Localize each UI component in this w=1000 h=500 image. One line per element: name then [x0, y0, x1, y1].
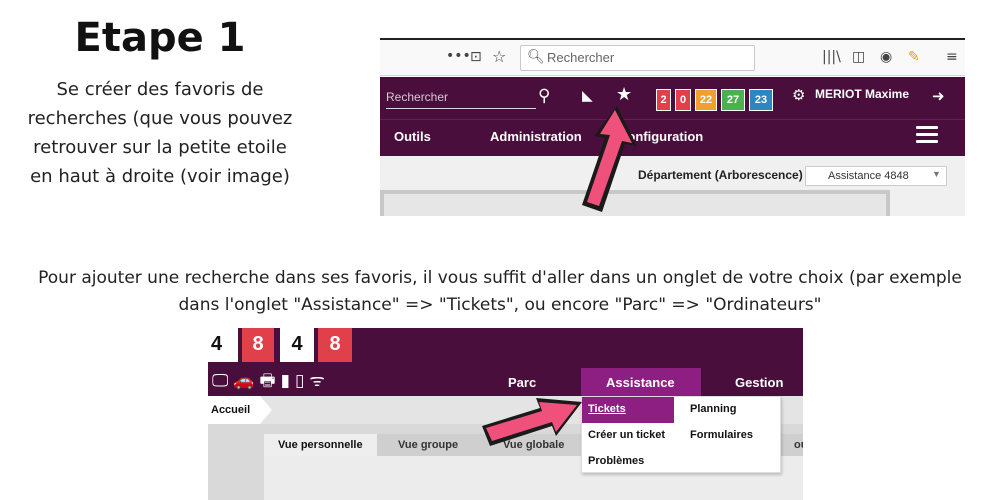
menu-item-planning[interactable]: Planning [690, 403, 736, 415]
glpi-header: 4 8 4 8 🖵🚗🖶▮▯ᯤ Parc Assistance Gestion [208, 328, 803, 396]
menu-outils[interactable]: Outils [394, 129, 431, 144]
gear-icon[interactable]: ⚙ [792, 86, 805, 104]
bookmark-star-icon[interactable]: ☆ [492, 47, 506, 66]
counter-digit: 4 [280, 328, 314, 362]
chevron-down-icon: ▼ [932, 169, 941, 179]
menu-parc[interactable]: Parc [508, 375, 536, 390]
screenshot-favorites: ••• ⊡ ☆ 🔍︎ Rechercher |||\ ◫ ◉ ✎ ≡ ⚲ ◣ ★… [380, 38, 965, 216]
browser-search-placeholder: Rechercher [547, 50, 615, 65]
breadcrumb-home[interactable]: Accueil [208, 396, 260, 424]
department-label: Département (Arborescence) [638, 168, 803, 182]
menu-assistance[interactable]: Assistance [606, 375, 675, 390]
glpi-subbar: Département (Arborescence) Assistance 48… [380, 156, 965, 216]
chart-icon[interactable]: ◣ [582, 88, 593, 104]
menu-item-problemes[interactable]: Problèmes [588, 455, 644, 467]
pocket-icon[interactable]: ⊡ [470, 49, 482, 65]
browser-search-field[interactable]: 🔍︎ Rechercher [520, 45, 755, 71]
status-badge[interactable]: 27 [721, 89, 745, 111]
screenshot-menu: 4 8 4 8 🖵🚗🖶▮▯ᯤ Parc Assistance Gestion A… [208, 328, 803, 500]
tab-tous[interactable]: ous [794, 434, 803, 456]
tab-vue-groupe[interactable]: Vue groupe [384, 434, 472, 456]
tab-vue-personnelle[interactable]: Vue personnelle [264, 434, 377, 456]
entity-select-value: Assistance 4848 [828, 170, 909, 182]
saved-searches-star-icon[interactable]: ★ [616, 84, 632, 105]
glpi-search-input[interactable] [386, 85, 536, 109]
status-badge[interactable]: 0 [675, 89, 691, 111]
step-description: Se créer des favoris de recherches (que … [27, 79, 293, 187]
more-icon[interactable]: ••• [446, 48, 471, 64]
search-icon[interactable]: ⚲ [538, 86, 550, 106]
glpi-header: ⚲ ◣ ★ 2 0 22 27 23 ⚙ MERIOT Maxime ➜ [380, 77, 965, 119]
search-icon: 🔍︎ [527, 49, 545, 65]
menu-item-tickets[interactable]: Tickets [588, 403, 626, 415]
device-icons[interactable]: 🖵🚗🖶▮▯ᯤ [212, 368, 330, 397]
status-badge[interactable]: 2 [656, 89, 671, 111]
library-icon[interactable]: |||\ [822, 49, 841, 65]
menu-item-formulaires[interactable]: Formulaires [690, 429, 753, 441]
pointer-arrow-icon [582, 106, 637, 212]
menu-item-creer-ticket[interactable]: Créer un ticket [588, 429, 665, 441]
step-title: Etape 1 [74, 15, 246, 61]
instruction-text: Pour ajouter une recherche dans ses favo… [38, 268, 962, 315]
hamburger-icon[interactable] [916, 126, 938, 147]
account-icon[interactable]: ◉ [880, 49, 892, 65]
paint-icon[interactable]: ✎ [908, 49, 920, 65]
status-badge[interactable]: 23 [749, 89, 773, 111]
pointer-arrow-icon [482, 398, 582, 446]
sidebar-icon[interactable]: ◫ [852, 49, 865, 65]
counter-digit: 8 [318, 328, 352, 362]
browser-toolbar: ••• ⊡ ☆ 🔍︎ Rechercher |||\ ◫ ◉ ✎ ≡ [380, 40, 965, 76]
counter-digit: 4 [208, 328, 238, 362]
menu-icon[interactable]: ≡ [946, 49, 958, 65]
entity-select[interactable]: Assistance 4848 ▼ [805, 166, 947, 186]
glpi-main-menu: Outils Administration Configuration [380, 119, 965, 156]
breadcrumb-separator [260, 396, 272, 424]
status-badge[interactable]: 22 [695, 89, 717, 111]
user-name[interactable]: MERIOT Maxime [815, 87, 909, 101]
assistance-dropdown: Tickets Planning Créer un ticket Formula… [581, 396, 781, 473]
logout-icon[interactable]: ➜ [932, 87, 945, 105]
menu-gestion[interactable]: Gestion [735, 375, 783, 390]
counter-digit: 8 [242, 328, 274, 362]
